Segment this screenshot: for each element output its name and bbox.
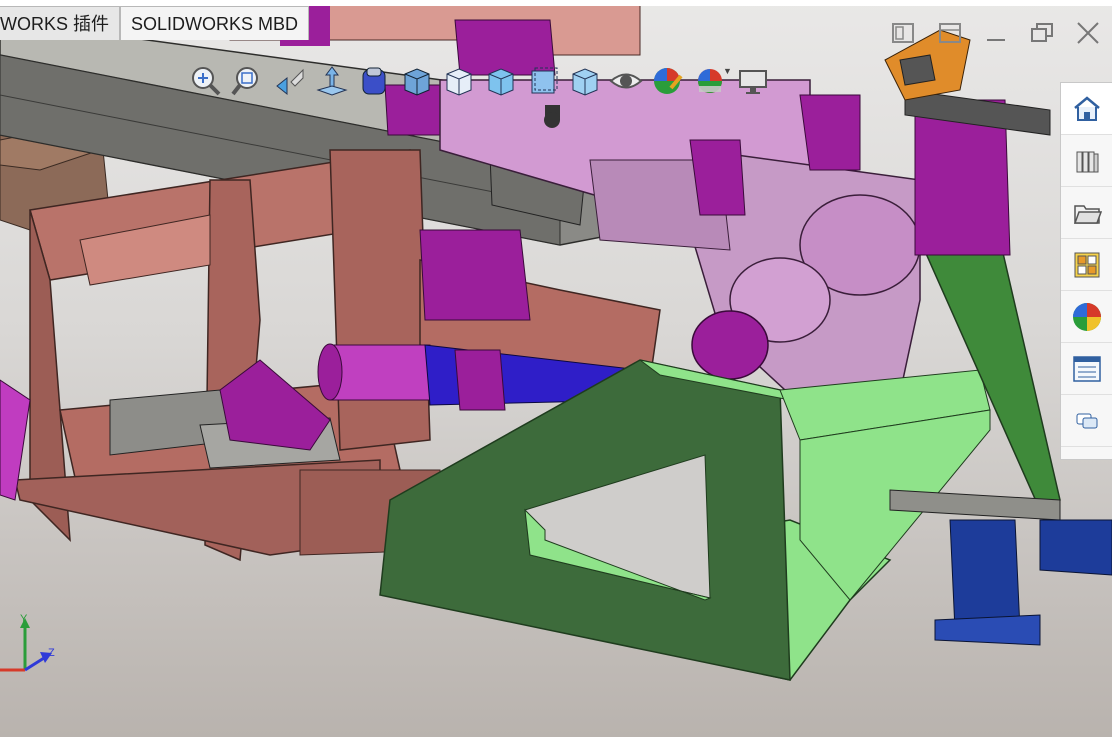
appearance-ball-icon[interactable] (647, 58, 689, 104)
design-library-icon[interactable] (1061, 135, 1112, 187)
view-settings-icon[interactable] (605, 58, 647, 104)
solidworks-resources-icon[interactable] (1061, 83, 1112, 135)
view-orientation-icon[interactable] (395, 58, 437, 104)
view-palette-icon[interactable] (1061, 239, 1112, 291)
triad-y-label: Y (20, 613, 28, 625)
dynamic-annotation-views-icon[interactable] (353, 58, 395, 104)
graphics-area[interactable] (0, 0, 1112, 737)
scene-dropdown-icon[interactable]: ▼ (723, 66, 732, 106)
triad-z-axis (24, 656, 45, 672)
apply-scene-icon[interactable] (563, 58, 605, 104)
display-style-icon[interactable] (437, 58, 479, 104)
zoom-to-area-icon[interactable] (227, 58, 269, 104)
restore-icon[interactable] (1025, 16, 1059, 50)
solidworks-forum-icon[interactable] (1061, 395, 1112, 447)
split-pane-icon[interactable] (933, 16, 967, 50)
appearances-scenes-icon[interactable] (1061, 291, 1112, 343)
minimize-icon[interactable] (979, 16, 1013, 50)
heads-up-view-toolbar: ▼ (185, 58, 774, 106)
command-manager-tabs: WORKS 插件 SOLIDWORKS MBD (0, 6, 310, 40)
triad-z-label: Z (48, 647, 55, 659)
previous-view-icon[interactable] (269, 58, 311, 104)
model-3d-view[interactable] (0, 0, 1112, 737)
task-pane (1060, 82, 1112, 460)
tab-solidworks-addins[interactable]: WORKS 插件 (0, 6, 121, 40)
monitor-settings-icon[interactable] (732, 58, 774, 104)
custom-properties-icon[interactable] (1061, 343, 1112, 395)
hide-show-items-icon[interactable] (479, 58, 521, 104)
close-icon[interactable] (1071, 16, 1105, 50)
restore-pane-icon[interactable] (886, 16, 920, 50)
tab-solidworks-mbd[interactable]: SOLIDWORKS MBD (120, 6, 310, 40)
file-explorer-icon[interactable] (1061, 187, 1112, 239)
reference-triad: Y Z (0, 613, 55, 672)
edit-appearance-icon[interactable] (521, 58, 563, 104)
zoom-to-fit-icon[interactable] (185, 58, 227, 104)
section-view-icon[interactable] (311, 58, 353, 104)
